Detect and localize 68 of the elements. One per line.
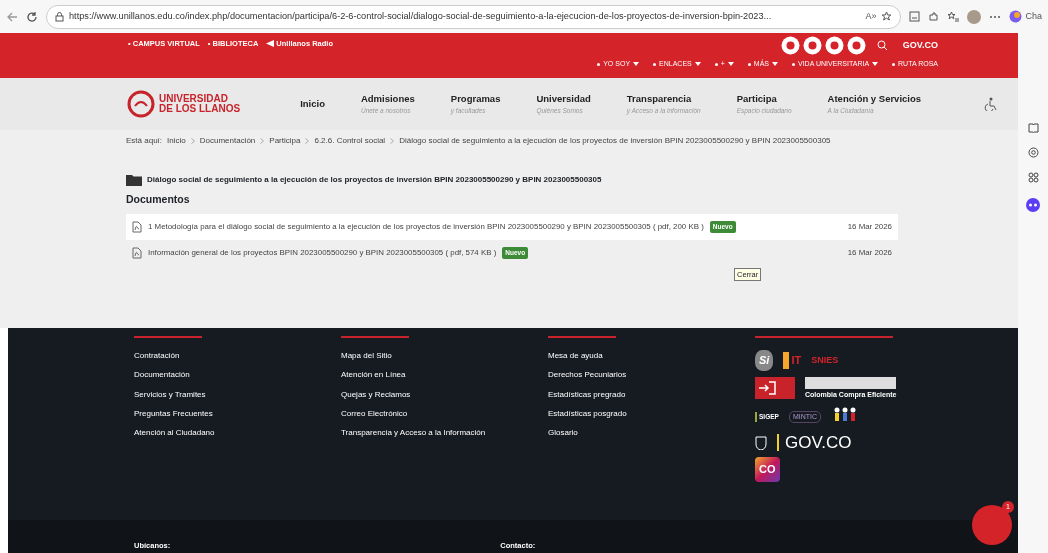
footer-link[interactable]: Contratación bbox=[134, 350, 341, 370]
bullet-icon bbox=[892, 62, 896, 66]
footer-link[interactable]: Servicios y Tramites bbox=[134, 388, 341, 408]
secop-logo-drawing[interactable] bbox=[755, 377, 795, 400]
url-text: https://www.unillanos.edu.co/index.php/documentacion/participa/6-2-6-control-social/dialogo-social-de-seguimiento-a-la-ejecucion-de-los-proyectos-de-inversion-bpin-2023... bbox=[69, 9, 772, 23]
footer-link[interactable]: Glosario bbox=[548, 427, 755, 447]
profile-avatar-icon[interactable] bbox=[967, 9, 982, 24]
footer-link[interactable]: Derechos Pecuniarios bbox=[548, 369, 755, 389]
extension-icon[interactable] bbox=[928, 11, 940, 22]
chevron-icon bbox=[305, 138, 310, 144]
caret-icon[interactable] bbox=[694, 62, 701, 67]
footer-link[interactable]: Documentación bbox=[134, 369, 341, 389]
breadcrumb-current: Diálogo social de seguimiento a la ejecución de los proyectos de inversión BPIN 2023005500290 y BPIN 2023005500305 bbox=[399, 135, 831, 147]
bullet-icon bbox=[747, 62, 751, 66]
footer-link[interactable]: Mesa de ayuda bbox=[548, 350, 755, 370]
breadcrumb-label: Está aquí: bbox=[126, 135, 163, 147]
footer-link[interactable]: Atención al Ciudadano bbox=[134, 427, 341, 447]
pdf-file-icon bbox=[132, 220, 142, 233]
logo-text: UNIVERSIDAD bbox=[159, 93, 229, 104]
bullet-icon bbox=[597, 62, 601, 66]
copilot-tab[interactable]: Cha bbox=[1009, 9, 1042, 24]
chevron-icon bbox=[390, 138, 395, 144]
folder-icon bbox=[126, 174, 142, 186]
chevron-icon bbox=[260, 138, 265, 144]
breadcrumb-link[interactable]: 6.2.6. Control social bbox=[314, 135, 386, 147]
bullet-icon bbox=[714, 62, 718, 66]
breadcrumb-link[interactable]: Documentación bbox=[199, 135, 256, 147]
star-icon[interactable] bbox=[881, 11, 893, 22]
lock-icon bbox=[55, 11, 64, 22]
footer-link[interactable]: Mapa del Sitio bbox=[341, 350, 548, 370]
search-icon[interactable] bbox=[876, 40, 888, 51]
caret-icon[interactable] bbox=[727, 62, 734, 67]
assistant-icon[interactable] bbox=[1025, 197, 1041, 213]
nav-item[interactable]: Inicio bbox=[300, 96, 325, 112]
footer-link[interactable]: Transparencia y Acceso a la Información bbox=[341, 427, 548, 447]
pdf-file-icon bbox=[132, 246, 142, 259]
reload-icon[interactable] bbox=[26, 10, 38, 23]
gov-co-logo[interactable]: GOV.CO bbox=[777, 434, 852, 451]
more-icon[interactable] bbox=[989, 14, 1002, 19]
breadcrumb-link[interactable]: Inicio bbox=[167, 135, 186, 147]
bullet-icon bbox=[792, 62, 795, 66]
favorites-icon[interactable] bbox=[947, 11, 960, 22]
footer-link[interactable]: Preguntas Frecuentes bbox=[134, 407, 341, 428]
address-bar[interactable]: https://www.unillanos.edu.co/index.php/documentacion/participa/6-2-6-control-social/dialogo-social-de-seguimiento-a-la-ejecucion-de-los-proyectos-de-inversion-bpin-2023... A» bbox=[46, 4, 902, 29]
caret-icon[interactable] bbox=[872, 62, 879, 67]
section-heading: Documentos bbox=[126, 192, 191, 207]
footer-link[interactable]: Correo Electrónico bbox=[341, 407, 548, 428]
chevron-icon bbox=[190, 138, 195, 144]
footer-link[interactable]: Quejas y Reclamos bbox=[341, 388, 548, 408]
folder-title: Diálogo social de seguimiento a la ejecución de los proyectos de inversión BPIN 2023005500290 y BPIN 2023005500305 bbox=[147, 174, 602, 186]
back-icon[interactable] bbox=[6, 10, 18, 23]
accessibility-icon[interactable] bbox=[984, 97, 998, 111]
book-icon[interactable] bbox=[1027, 123, 1039, 133]
caret-icon[interactable] bbox=[772, 62, 778, 67]
logo-text: DE LOS LLANOS bbox=[159, 104, 241, 115]
caret-icon[interactable] bbox=[633, 62, 640, 67]
gov-co-link[interactable]: GOV.CO bbox=[902, 38, 938, 53]
colombia-co-logo[interactable]: CO bbox=[755, 457, 780, 482]
apps-grid-icon[interactable] bbox=[1027, 172, 1039, 183]
si-logo[interactable]: Si bbox=[755, 350, 774, 371]
breadcrumb-link[interactable]: Participa bbox=[269, 135, 301, 147]
read-aloud-button[interactable]: A» bbox=[865, 9, 877, 24]
bullet-icon bbox=[653, 62, 657, 66]
footer-link[interactable]: Atención en Línea bbox=[341, 369, 548, 389]
footer-link[interactable]: Estadísticas pregrado bbox=[548, 388, 755, 408]
footer-link[interactable]: Estadísticas posgrado bbox=[548, 407, 755, 428]
copilot-icon bbox=[1009, 10, 1023, 23]
reader-icon[interactable] bbox=[909, 11, 921, 22]
